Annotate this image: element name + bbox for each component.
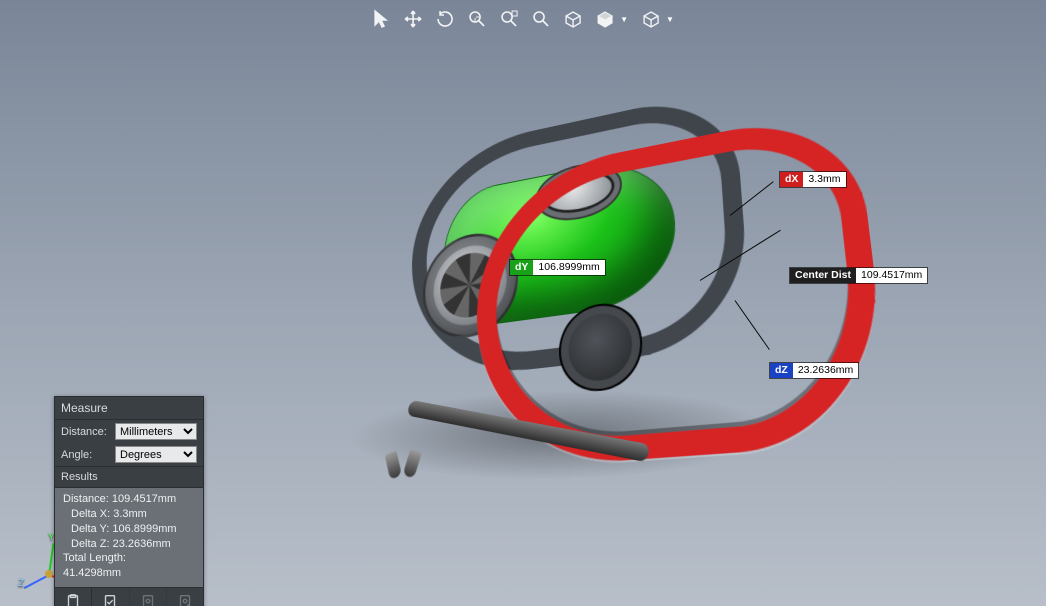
- next-result-button: [166, 588, 203, 606]
- prev-result-button: [129, 588, 166, 606]
- measure-panel[interactable]: Measure Distance: Millimeters Angle: Deg…: [54, 396, 204, 606]
- viewport-3d[interactable]: ▼ ▼ dX 3.3mm: [0, 0, 1046, 606]
- zoom-selection-icon[interactable]: [498, 8, 520, 30]
- zoom-window-icon[interactable]: [466, 8, 488, 30]
- res-dx-value: 3.3mm: [113, 508, 147, 520]
- results-header: Results: [55, 466, 203, 488]
- view-cube-icon[interactable]: [562, 8, 584, 30]
- chevron-down-icon[interactable]: ▼: [666, 15, 674, 24]
- pan-icon[interactable]: [402, 8, 424, 30]
- gripper: [385, 450, 421, 483]
- res-distance-value: 109.4517mm: [112, 493, 176, 505]
- res-dy-value: 106.8999mm: [112, 523, 176, 535]
- distance-unit-select[interactable]: Millimeters: [115, 423, 197, 440]
- view-toolbar: ▼ ▼: [370, 8, 676, 30]
- res-dz-value: 23.2636mm: [113, 538, 171, 550]
- results-body: Distance: 109.4517mm Delta X: 3.3mm Delt…: [55, 488, 203, 587]
- orbit-icon[interactable]: [434, 8, 456, 30]
- model-stage: [260, 40, 820, 480]
- select-arrow-icon[interactable]: [370, 8, 392, 30]
- snap-results-button[interactable]: [91, 588, 128, 606]
- cad-model[interactable]: [348, 70, 772, 417]
- box-icon[interactable]: [640, 8, 662, 30]
- distance-label: Distance:: [61, 426, 109, 438]
- res-distance-label: Distance:: [63, 493, 109, 505]
- distance-unit-row: Distance: Millimeters: [55, 420, 203, 443]
- angle-label: Angle:: [61, 449, 109, 461]
- panel-buttons: [55, 587, 203, 606]
- axis-origin: [45, 570, 53, 578]
- angle-unit-select[interactable]: Degrees: [115, 446, 197, 463]
- angle-unit-row: Angle: Degrees: [55, 443, 203, 466]
- zoom-icon[interactable]: [530, 8, 552, 30]
- copy-results-button[interactable]: [55, 588, 91, 606]
- chevron-down-icon[interactable]: ▼: [620, 15, 628, 24]
- res-dy-label: Delta Y:: [71, 523, 109, 535]
- res-total-value: 41.4298mm: [63, 567, 121, 579]
- res-total-label: Total Length:: [63, 552, 126, 564]
- axis-z-label: Z: [18, 578, 24, 589]
- res-dz-label: Delta Z:: [71, 538, 110, 550]
- panel-title: Measure: [55, 397, 203, 420]
- res-dx-label: Delta X:: [71, 508, 110, 520]
- appearance-icon[interactable]: [594, 8, 616, 30]
